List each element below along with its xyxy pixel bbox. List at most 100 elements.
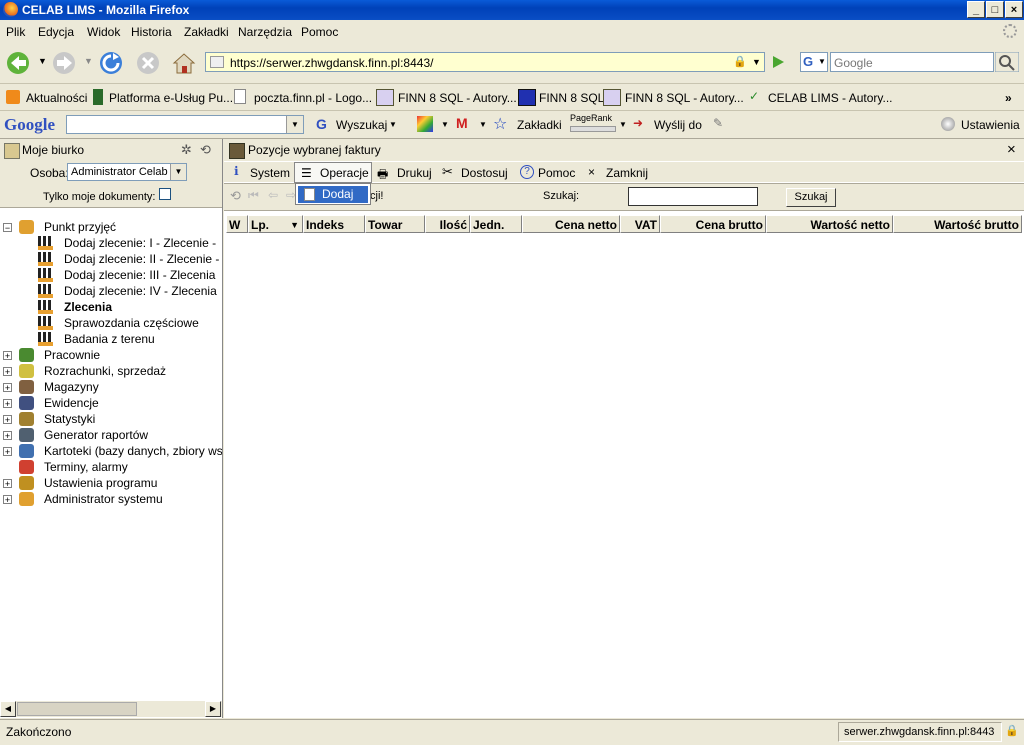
- search-go-icon[interactable]: [995, 52, 1019, 72]
- expand-icon[interactable]: ✲: [181, 142, 192, 158]
- close-window-button[interactable]: ×: [1005, 1, 1023, 18]
- pagerank-dropdown-icon[interactable]: ▼: [619, 120, 627, 129]
- tree-item[interactable]: − Punkt przyjęć: [0, 219, 222, 235]
- bookmark-finn-sql[interactable]: FINN 8 SQL: [539, 91, 604, 105]
- google-logo[interactable]: Google: [4, 115, 55, 135]
- tree-item[interactable]: Dodaj zlecenie: II - Zlecenie -: [0, 251, 222, 267]
- tree-item[interactable]: + Pracownie: [0, 347, 222, 363]
- menu-historia[interactable]: Historia: [131, 25, 172, 39]
- expand-icon[interactable]: +: [3, 415, 12, 425]
- expand-icon[interactable]: +: [3, 495, 12, 505]
- menu-item-dodaj[interactable]: Dodaj: [298, 186, 368, 203]
- back-dropdown-icon[interactable]: ▼: [38, 56, 47, 66]
- bookmark-platforma[interactable]: Platforma e-Usług Pu...: [109, 91, 233, 105]
- google-bookmarks-button[interactable]: Zakładki: [517, 118, 562, 132]
- prev-record-icon[interactable]: ⇦: [268, 188, 278, 202]
- tab-pomoc[interactable]: Pomoc: [538, 166, 575, 180]
- refresh-icon[interactable]: ⟲: [200, 142, 211, 158]
- tree-item[interactable]: + Statystyki: [0, 411, 222, 427]
- apps-icon[interactable]: [417, 116, 433, 132]
- expand-icon[interactable]: +: [3, 447, 12, 457]
- search-input[interactable]: [628, 187, 758, 206]
- stop-icon[interactable]: [136, 51, 162, 75]
- scroll-left-button[interactable]: ◀: [0, 701, 16, 717]
- search-input[interactable]: Google: [830, 52, 994, 72]
- col-wartosc-netto[interactable]: Wartość netto: [766, 215, 893, 233]
- col-w[interactable]: W: [226, 215, 248, 233]
- first-record-icon[interactable]: ⏮: [248, 188, 259, 203]
- bookmark-poczta[interactable]: poczta.finn.pl - Logo...: [254, 91, 372, 105]
- bookmarks-more-button[interactable]: »: [1005, 91, 1012, 105]
- tree-item[interactable]: + Ewidencje: [0, 395, 222, 411]
- url-bar[interactable]: https://serwer.zhwgdansk.finn.pl:8443/ 🔒…: [205, 52, 765, 72]
- expand-icon[interactable]: +: [3, 431, 12, 441]
- tree-item[interactable]: + Kartoteki (bazy danych, zbiory ws: [0, 443, 222, 459]
- apps-dropdown-icon[interactable]: ▼: [441, 120, 449, 129]
- home-icon[interactable]: [172, 51, 198, 75]
- menu-widok[interactable]: Widok: [87, 25, 120, 39]
- bookmark-celab-lims[interactable]: CELAB LIMS - Autory...: [768, 91, 893, 105]
- tree-horizontal-scrollbar[interactable]: ◀ ▶: [0, 701, 222, 717]
- tree-item[interactable]: Terminy, alarmy: [0, 459, 222, 475]
- dropdown-arrow-icon[interactable]: ▼: [286, 116, 303, 133]
- highlighter-icon[interactable]: ✎: [713, 116, 723, 130]
- minimize-button[interactable]: _: [967, 1, 985, 18]
- tree-item[interactable]: + Rozrachunki, sprzedaż: [0, 363, 222, 379]
- tree-item[interactable]: Zlecenia: [0, 299, 222, 315]
- tree-item[interactable]: + Ustawienia programu: [0, 475, 222, 491]
- bookmark-aktualnosci[interactable]: Aktualności: [26, 91, 87, 105]
- col-cena-netto[interactable]: Cena netto: [522, 215, 620, 233]
- star-icon[interactable]: ☆: [493, 114, 507, 134]
- tree-item[interactable]: Sprawozdania częściowe: [0, 315, 222, 331]
- col-vat[interactable]: VAT: [620, 215, 660, 233]
- expand-icon[interactable]: +: [3, 367, 12, 377]
- tab-dostosuj[interactable]: Dostosuj: [461, 166, 508, 180]
- menu-plik[interactable]: Plik: [6, 25, 25, 39]
- pagerank-label[interactable]: PageRank: [570, 113, 612, 123]
- col-lp[interactable]: Lp. ▼: [248, 215, 303, 233]
- forward-dropdown-icon[interactable]: ▼: [84, 56, 93, 66]
- tab-operacje-active[interactable]: ☰ Operacje: [294, 162, 372, 183]
- refresh-icon[interactable]: ⟲: [230, 188, 241, 204]
- bookmark-finn-autory-1[interactable]: FINN 8 SQL - Autory...: [398, 91, 517, 105]
- tree-item[interactable]: Dodaj zlecenie: I - Zlecenie -: [0, 235, 222, 251]
- search-engine-button[interactable]: G ▼: [800, 52, 828, 72]
- only-mine-checkbox[interactable]: [159, 188, 171, 200]
- scroll-right-button[interactable]: ▶: [205, 701, 221, 717]
- gmail-icon[interactable]: M: [456, 115, 468, 131]
- gmail-dropdown-icon[interactable]: ▼: [479, 120, 487, 129]
- col-indeks[interactable]: Indeks: [303, 215, 365, 233]
- google-search-button[interactable]: Wyszukaj: [336, 118, 387, 132]
- scroll-thumb[interactable]: [17, 702, 137, 716]
- col-jedn[interactable]: Jedn.: [470, 215, 522, 233]
- tree-item[interactable]: + Administrator systemu: [0, 491, 222, 507]
- search-dropdown-icon[interactable]: ▼: [389, 120, 397, 129]
- maximize-button[interactable]: □: [986, 1, 1004, 18]
- expand-icon[interactable]: +: [3, 479, 12, 489]
- go-icon[interactable]: [770, 54, 786, 70]
- col-cena-brutto[interactable]: Cena brutto: [660, 215, 766, 233]
- url-dropdown-icon[interactable]: ▼: [752, 57, 761, 67]
- tab-zamknij[interactable]: Zamknij: [606, 166, 648, 180]
- google-search-input[interactable]: ▼: [66, 115, 304, 134]
- tree-item[interactable]: Badania z terenu: [0, 331, 222, 347]
- tab-system[interactable]: System: [250, 166, 290, 180]
- col-wartosc-brutto[interactable]: Wartość brutto: [893, 215, 1022, 233]
- menu-pomoc[interactable]: Pomoc: [301, 25, 338, 39]
- col-ilosc[interactable]: Ilość: [425, 215, 470, 233]
- forward-icon[interactable]: [52, 51, 78, 75]
- search-button[interactable]: Szukaj: [786, 188, 836, 207]
- tree-item[interactable]: + Magazyny: [0, 379, 222, 395]
- menu-narzedzia[interactable]: Narzędzia: [238, 25, 292, 39]
- menu-edycja[interactable]: Edycja: [38, 25, 74, 39]
- tree-item[interactable]: Dodaj zlecenie: III - Zlecenia: [0, 267, 222, 283]
- expand-icon[interactable]: +: [3, 351, 12, 361]
- send-to-button[interactable]: Wyślij do: [654, 118, 702, 132]
- col-towar[interactable]: Towar: [365, 215, 425, 233]
- expand-icon[interactable]: +: [3, 383, 12, 393]
- collapse-icon[interactable]: −: [3, 223, 12, 233]
- bookmark-finn-autory-2[interactable]: FINN 8 SQL - Autory...: [625, 91, 744, 105]
- osoba-select[interactable]: Administrator Celab ▼: [67, 163, 187, 181]
- tree-item[interactable]: Dodaj zlecenie: IV - Zlecenia: [0, 283, 222, 299]
- reload-icon[interactable]: [99, 51, 125, 75]
